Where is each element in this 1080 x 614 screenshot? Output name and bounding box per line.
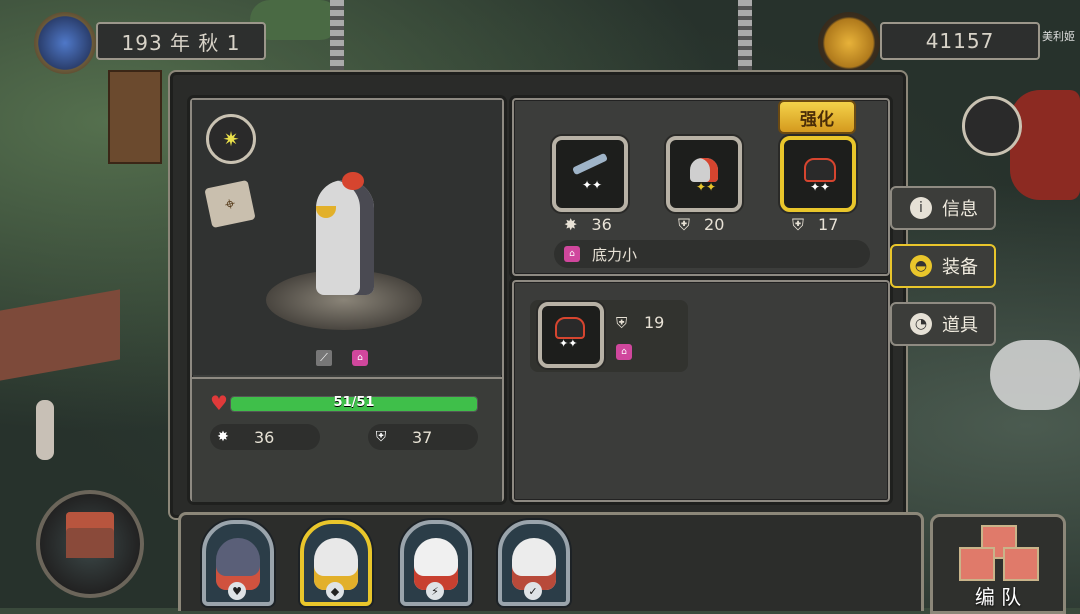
- slot-1-value: 36: [591, 215, 612, 234]
- equip-slot-1[interactable]: ✦✦: [552, 136, 628, 212]
- trait-icon: ⌂: [564, 246, 580, 262]
- town-building-button[interactable]: [36, 490, 144, 598]
- shield-icon: ⛨: [792, 215, 805, 234]
- attack-icon: ✸: [564, 215, 578, 234]
- equip-slot-2[interactable]: ✦✦: [666, 136, 742, 212]
- sword-claw-shape: [571, 152, 609, 176]
- info-icon: i: [910, 197, 932, 219]
- shoulder-armor-icon: ✦✦: [796, 152, 840, 196]
- team-formation-button[interactable]: 编 队: [930, 514, 1066, 614]
- team-button-label: 编 队: [974, 585, 1022, 609]
- date-display: 193 年 秋 1: [96, 22, 266, 60]
- shoulder-armor-icon: ✦✦: [549, 313, 593, 357]
- portrait-polar-bear[interactable]: ⚡: [400, 520, 472, 606]
- heart-badge-icon: ♥: [228, 582, 246, 600]
- weapon-type-icon: ⟋: [316, 350, 332, 366]
- watchtower-decoration: [108, 70, 162, 164]
- equip-slot-3[interactable]: ✦✦: [780, 136, 856, 212]
- member-card-icon: [1003, 547, 1039, 581]
- tab-info[interactable]: i 信息: [890, 186, 996, 230]
- hero-panel: ✷ ⌖ ⟋ ⌂ ♥ 51/51 ✸ 36 ⛨ 37: [190, 98, 504, 502]
- helm-shape: [690, 158, 718, 182]
- tab-items-label: 道具: [942, 315, 978, 336]
- hero-attack-value: 36: [254, 427, 275, 447]
- slot-2-stat: ⛨ 20: [678, 215, 724, 235]
- tab-items[interactable]: ◔ 道具: [890, 302, 996, 346]
- trait-badge-icon: ⌂: [352, 350, 368, 366]
- slot-3-value: 17: [818, 215, 839, 234]
- enhance-label: 强化: [800, 109, 834, 130]
- trait-label: 底力小: [592, 245, 638, 264]
- tab-equipment[interactable]: ◓ 装备: [890, 244, 996, 288]
- inventory-item-value: 19: [644, 313, 665, 332]
- hero-plume: [342, 172, 364, 190]
- gold-coin-icon: [818, 12, 880, 74]
- sword-claw-icon: ✦✦: [568, 152, 612, 196]
- hero-attack-stat: ✸ 36: [210, 424, 320, 450]
- gold-amount: 41157: [925, 29, 995, 53]
- date-text: 193 年 秋 1: [121, 30, 241, 55]
- hp-bar: 51/51: [230, 395, 478, 412]
- shoulder-shape: [804, 158, 836, 182]
- team-members-icon: [959, 525, 1039, 583]
- inventory-item[interactable]: ✦✦ ⛨ 19 ⌂: [530, 300, 688, 372]
- sunburst-rank-icon[interactable]: ✷: [206, 114, 256, 164]
- member-card-icon: [959, 547, 995, 581]
- eagle-knight-figure: [316, 180, 374, 295]
- tab-info-label: 信息: [942, 199, 978, 220]
- sparkle-icon: ✦✦: [696, 180, 717, 194]
- villager-decoration: [36, 400, 54, 460]
- shoulder-shape: [555, 317, 585, 339]
- cloud-decoration: [990, 340, 1080, 410]
- lightning-badge-icon: ⚡: [426, 582, 444, 600]
- shield-icon: ⛨: [375, 429, 387, 445]
- inventory-trait-icon: ⌂: [616, 344, 632, 360]
- sparkle-icon: ✦✦: [559, 337, 578, 350]
- shield-icon: ⛨: [678, 215, 691, 234]
- corner-label: 美利姬: [1042, 30, 1075, 43]
- house-icon: [66, 512, 114, 558]
- portrait-eagle-knight[interactable]: ◆: [300, 520, 372, 606]
- dragon-decoration: [1010, 90, 1080, 200]
- attack-icon: ✸: [217, 429, 229, 445]
- tab-equipment-label: 装备: [942, 257, 978, 278]
- slot-3-stat: ⛨ 17: [792, 215, 838, 235]
- sparkle-icon: ✦✦: [582, 178, 603, 192]
- knight-badge-icon: ◆: [326, 582, 344, 600]
- inventory-item-slot[interactable]: ✦✦: [538, 302, 604, 368]
- shield-icon: ⛨: [616, 314, 628, 332]
- slot-1-stat: ✸ 36: [564, 215, 612, 234]
- portrait-pirate-bear[interactable]: ♥: [202, 520, 274, 606]
- enhance-button[interactable]: 强化: [778, 100, 856, 134]
- spiked-helm-icon: ✦✦: [682, 152, 726, 196]
- helmet-icon: ◓: [910, 255, 932, 277]
- slot-2-value: 20: [704, 215, 725, 234]
- heart-icon: ♥: [210, 391, 228, 415]
- check-badge-icon: ✓: [524, 582, 542, 600]
- hero-defense-value: 37: [412, 427, 433, 447]
- season-moon-icon: [34, 12, 96, 74]
- hero-defense-stat: ⛨ 37: [368, 424, 478, 450]
- chain-left: [330, 0, 344, 70]
- quest-portrait-icon[interactable]: [962, 96, 1022, 156]
- sparkle-icon: ✦✦: [810, 180, 831, 194]
- pouch-icon: ◔: [910, 313, 932, 335]
- chain-right: [738, 0, 752, 70]
- hp-text: 51/51: [333, 395, 375, 410]
- gold-display: 41157: [880, 22, 1040, 60]
- portrait-sheep-warrior[interactable]: ✓: [498, 520, 570, 606]
- trait-row: ⌂ 底力小: [554, 240, 870, 268]
